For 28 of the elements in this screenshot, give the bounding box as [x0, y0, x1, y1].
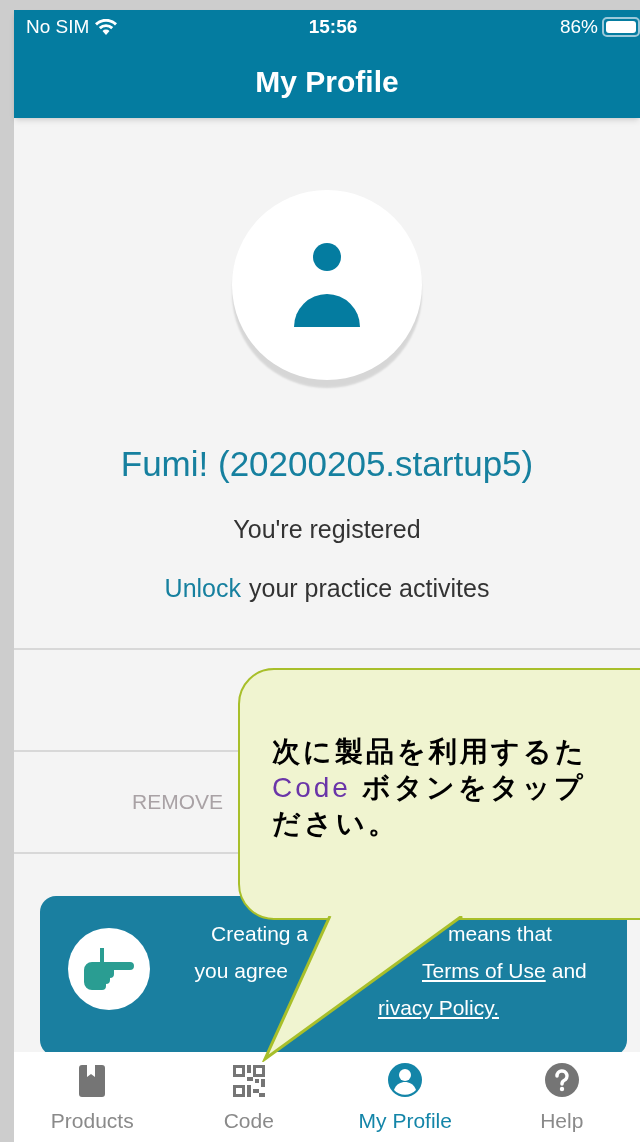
user-name: Fumi! (20200205.startup5) [120, 443, 534, 485]
tab-item[interactable]: Products [14, 1052, 171, 1142]
unlock-description: your practice activites [249, 573, 490, 604]
book-icon [79, 1064, 106, 1097]
callout-text: 次に製品を利用するた Code ボタンをタップ ださい。 [272, 735, 588, 841]
pointing-hand-icon [84, 947, 134, 990]
notice-text: Creating a [210, 920, 308, 947]
battery-percent: 86% [559, 14, 598, 39]
notice-text: means that [448, 920, 552, 947]
terms-link[interactable]: Terms of Use [422, 956, 546, 984]
tab-item[interactable]: My Profile [327, 1052, 484, 1142]
registration-status: You're registered [233, 513, 421, 545]
tab-item[interactable]: Code [170, 1052, 327, 1142]
help-icon [544, 1062, 579, 1097]
notice-text: and [551, 957, 587, 984]
carrier-label: No SIM [26, 14, 90, 39]
page-title: My Profile [255, 63, 399, 100]
qr-code-icon [232, 1064, 265, 1097]
privacy-link[interactable]: rivacy Policy. [378, 993, 499, 1021]
person-icon [388, 1062, 423, 1097]
unlock-link[interactable]: Unlock [164, 570, 241, 608]
tab-item[interactable]: Help [483, 1052, 640, 1142]
wifi-icon [95, 19, 118, 35]
notice-text: you agree [193, 957, 288, 984]
clock-time: 15:56 [308, 14, 358, 39]
battery-icon [602, 17, 640, 37]
remove-button[interactable]: REMOVE [132, 785, 223, 818]
person-icon [294, 243, 360, 327]
